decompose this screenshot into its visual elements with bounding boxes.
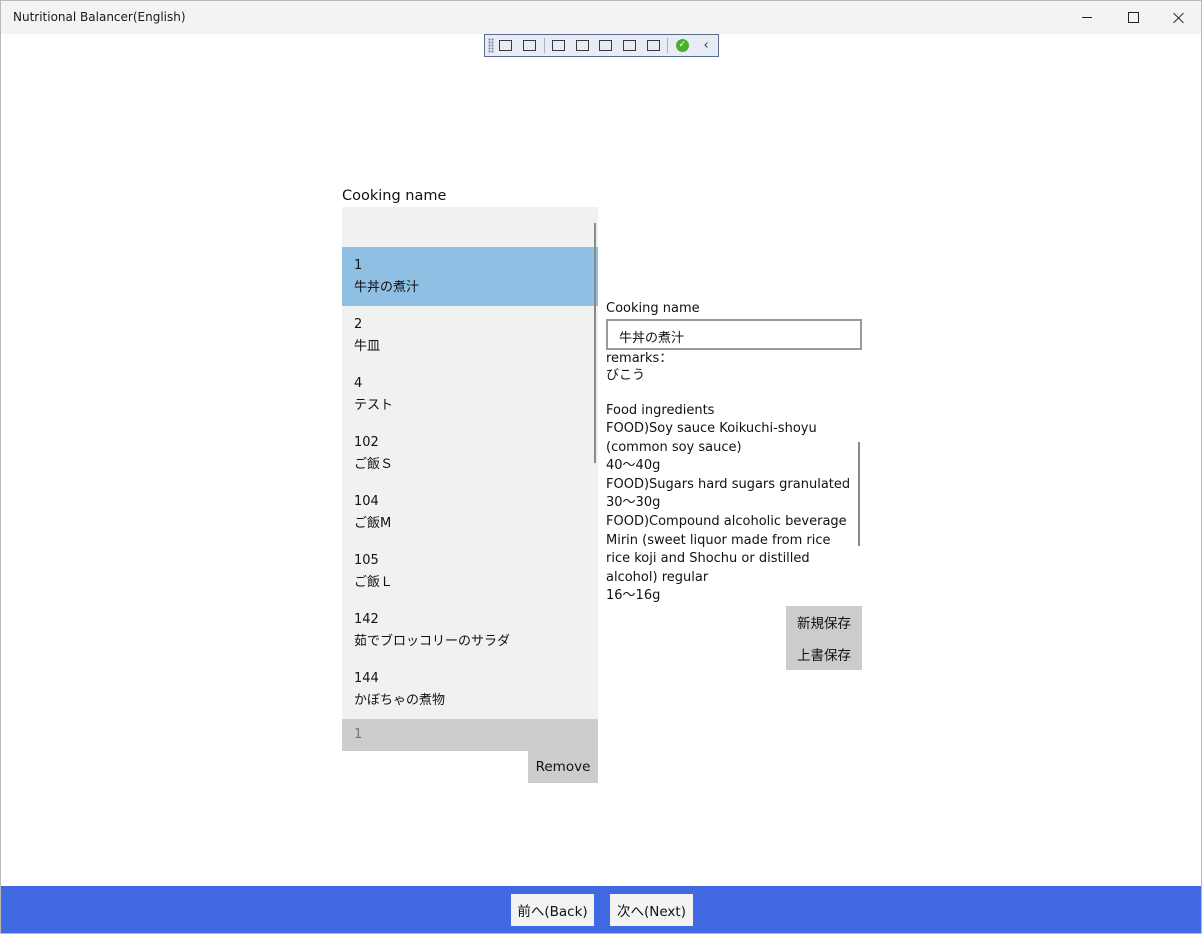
ingredients-list[interactable]: FOOD)Soy sauce Koikuchi-shoyu (common so… [606, 420, 856, 606]
collapse-toolbar-button[interactable]: ‹ [694, 35, 718, 56]
ingredients-scrollbar[interactable] [858, 442, 860, 546]
ingredient-line: FOOD)Compound alcoholic beverage Mirin (… [606, 513, 847, 585]
display-layout-adorners-button[interactable] [570, 35, 594, 56]
ingredient-line: 16～16g [606, 588, 661, 604]
track-focus-icon [599, 40, 613, 51]
track-focus-button[interactable] [594, 35, 618, 56]
list-item[interactable]: 4 テスト [342, 365, 598, 424]
food-ingredients-label: Food ingredients [606, 403, 715, 418]
close-icon [1173, 12, 1185, 24]
minimize-icon [1082, 17, 1092, 18]
check-circle-icon: ✓ [675, 39, 689, 52]
item-label: ご飯Ｓ [354, 457, 394, 472]
chevron-left-icon: ‹ [703, 38, 709, 53]
cooking-name-label: Cooking name [606, 301, 700, 316]
remove-button[interactable]: Remove [528, 751, 598, 783]
item-label: テスト [354, 398, 394, 413]
binding-icon [623, 40, 637, 51]
camera-icon [523, 40, 537, 51]
page-number: 1 [354, 727, 363, 742]
ingredient-line: FOOD)Sugars hard sugars granulated [606, 476, 851, 492]
accessibility-button[interactable] [642, 35, 666, 56]
cooking-name-list-label: Cooking name [342, 188, 447, 204]
list-item[interactable]: 102 ご飯Ｓ [342, 424, 598, 483]
item-number: 102 [354, 435, 379, 450]
cooking-name-input[interactable]: 牛丼の煮汁 [606, 319, 862, 350]
item-label: 牛皿 [354, 339, 381, 354]
page-number-field[interactable]: 1 [342, 719, 598, 751]
list-item[interactable]: 104 ご飯M [342, 483, 598, 542]
app-window: Nutritional Balancer(English) ✓ ‹ Cookin… [0, 0, 1202, 934]
list-item[interactable]: 2 牛皿 [342, 306, 598, 365]
toolbar-separator [543, 38, 545, 53]
item-number: 144 [354, 671, 379, 686]
debug-toolbar: ✓ ‹ [484, 34, 719, 57]
record-button[interactable] [518, 35, 542, 56]
back-button[interactable]: 前へ(Back) [511, 894, 594, 926]
item-label: かぼちゃの煮物 [354, 693, 446, 708]
maximize-button[interactable] [1110, 1, 1156, 34]
close-button[interactable] [1156, 1, 1201, 34]
item-number: 104 [354, 494, 379, 509]
remarks-value: びこう [606, 368, 646, 383]
ingredient-line: 30～30g [606, 495, 661, 511]
item-label: 牛丼の煮汁 [354, 280, 420, 295]
list-scrollbar[interactable] [594, 223, 596, 463]
accessibility-icon [647, 40, 661, 51]
item-number: 105 [354, 553, 379, 568]
visual-tree-icon [499, 40, 513, 51]
item-label: ご飯M [354, 516, 392, 531]
minimize-button[interactable] [1064, 1, 1110, 34]
binding-failures-button[interactable] [618, 35, 642, 56]
hot-reload-status-button[interactable]: ✓ [670, 35, 694, 56]
item-number: 1 [354, 258, 363, 273]
toolbar-separator [667, 38, 669, 53]
list-item[interactable]: 144 かぼちゃの煮物 [342, 660, 598, 719]
ingredient-line: 40～40g [606, 458, 661, 474]
bottom-navigation-bar [1, 886, 1201, 933]
ingredient-line: FOOD)Soy sauce Koikuchi-shoyu (common so… [606, 421, 817, 455]
list-item[interactable]: 105 ご飯Ｌ [342, 542, 598, 601]
list-item[interactable]: 142 茹でブロッコリーのサラダ [342, 601, 598, 660]
maximize-icon [1127, 12, 1139, 23]
next-button[interactable]: 次へ(Next) [610, 894, 693, 926]
cooking-list[interactable]: 1 牛丼の煮汁 2 牛皿 4 テスト 102 ご飯Ｓ 104 ご飯M 105 ご… [342, 207, 598, 719]
item-label: 茹でブロッコリーのサラダ [354, 634, 511, 649]
live-visual-tree-button[interactable] [494, 35, 518, 56]
save-new-button[interactable]: 新規保存 [786, 606, 862, 638]
cursor-select-icon [551, 40, 565, 51]
item-label: ご飯Ｌ [354, 575, 394, 590]
select-element-button[interactable] [547, 35, 571, 56]
layout-adorner-icon [575, 40, 589, 51]
list-item[interactable]: 1 牛丼の煮汁 [342, 247, 598, 306]
overwrite-save-button[interactable]: 上書保存 [786, 638, 862, 670]
title-bar: Nutritional Balancer(English) [1, 1, 1201, 34]
window-title: Nutritional Balancer(English) [13, 10, 186, 24]
item-number: 142 [354, 612, 379, 627]
item-number: 2 [354, 317, 363, 332]
item-number: 4 [354, 376, 363, 391]
